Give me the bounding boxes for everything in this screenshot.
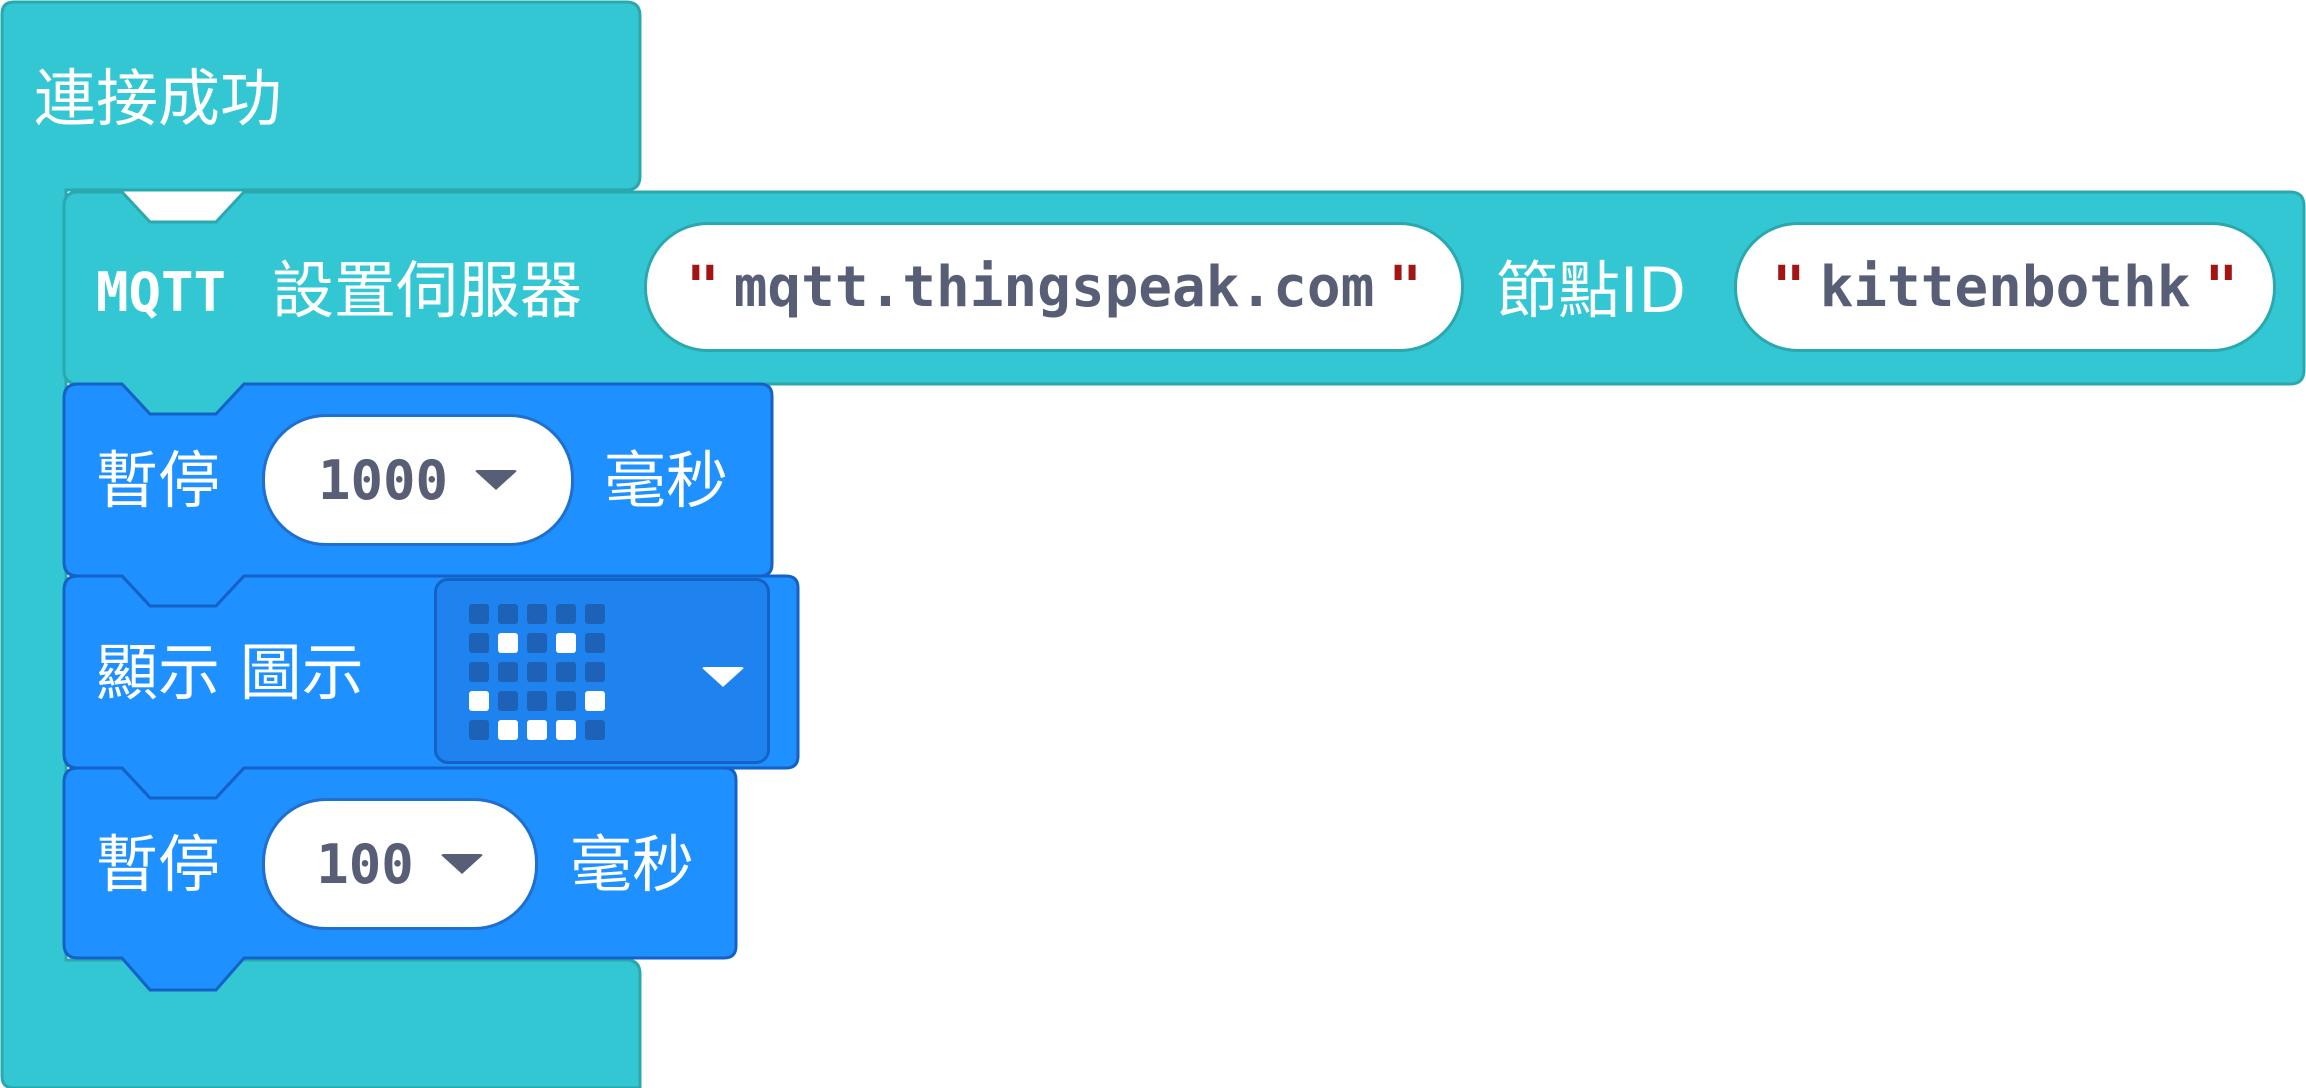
led-cell [556,691,576,711]
led-cell [469,604,489,624]
led-cell [527,633,547,653]
led-cell [498,662,518,682]
pause-2-value: 100 [316,832,414,896]
led-cell [498,633,518,653]
icon-picker-dropdown[interactable] [434,578,770,764]
event-title: 連接成功 [34,62,283,135]
led-cell [469,691,489,711]
close-quote: " [1388,254,1423,320]
open-quote: " [1771,254,1806,320]
chevron-down-icon [701,667,745,687]
node-id-value: kittenbothk [1819,254,2191,320]
pause-1-duration-dropdown[interactable]: 1000 [262,414,574,546]
led-cell [527,691,547,711]
led-cell [556,604,576,624]
led-cell [527,662,547,682]
pause-2-duration-dropdown[interactable]: 100 [262,798,538,930]
led-cell [585,604,605,624]
led-cell [556,662,576,682]
pause-1-label: 暫停 [96,444,221,517]
led-cell [556,720,576,740]
led-cell [498,691,518,711]
led-cell [469,662,489,682]
pause-1-unit: 毫秒 [604,444,729,517]
server-value: mqtt.thingspeak.com [733,254,1375,320]
chevron-down-icon [439,854,484,874]
pause-2-label: 暫停 [96,828,221,901]
node-id-input[interactable]: " kittenbothk " [1734,222,2276,352]
led-cell [498,720,518,740]
led-cell [556,633,576,653]
node-id-label: 節點ID [1496,254,1687,327]
mqtt-prefix-label: MQTT [96,261,227,324]
server-input[interactable]: " mqtt.thingspeak.com " [644,222,1464,352]
led-cell [527,720,547,740]
led-cell [498,604,518,624]
led-cell [585,633,605,653]
led-cell [585,691,605,711]
led-cell [469,720,489,740]
led-cell [527,604,547,624]
close-quote: " [2204,254,2239,320]
chevron-down-icon [474,470,519,490]
open-quote: " [685,254,720,320]
pause-2-unit: 毫秒 [570,828,695,901]
mqtt-server-label: 設置伺服器 [272,254,583,327]
led-cell [469,633,489,653]
led-cell [585,720,605,740]
show-icon-label: 顯示 圖示 [96,636,364,709]
pause-1-value: 1000 [317,448,449,512]
led-cell [585,662,605,682]
